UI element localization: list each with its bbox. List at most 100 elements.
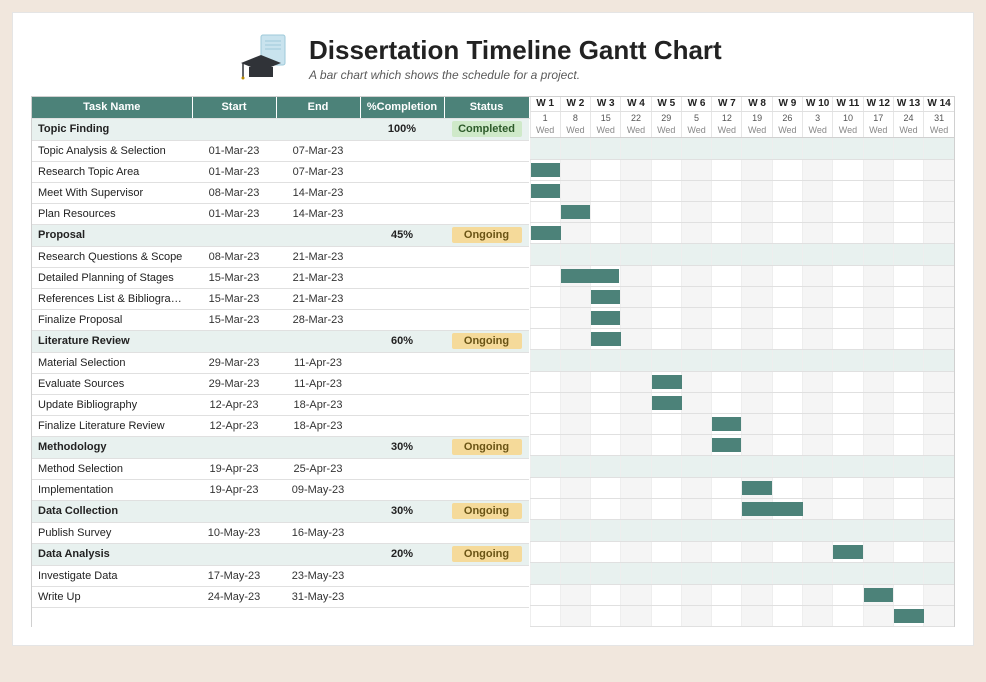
task-completion-cell	[360, 161, 444, 182]
task-end-cell: 18-Apr-23	[276, 394, 360, 415]
gantt-cell	[651, 434, 681, 455]
table-row	[530, 413, 954, 434]
gantt-cell	[803, 222, 833, 243]
task-status-cell	[444, 161, 529, 182]
task-end-cell	[276, 436, 360, 458]
gantt-cell	[560, 541, 590, 562]
gantt-cell	[651, 584, 681, 605]
task-name-cell: Topic Finding	[32, 118, 192, 140]
gantt-cell	[651, 201, 681, 222]
gantt-cell	[712, 413, 742, 434]
gantt-cell	[651, 328, 681, 349]
gantt-cell	[621, 584, 651, 605]
gantt-cell	[803, 349, 833, 371]
gantt-cell	[681, 201, 711, 222]
gantt-cell	[560, 477, 590, 498]
table-row	[530, 201, 954, 222]
gantt-cell	[681, 392, 711, 413]
gantt-cell	[924, 392, 954, 413]
gantt-cell	[560, 371, 590, 392]
gantt-cell	[772, 328, 802, 349]
week-dow: Wed	[681, 124, 711, 137]
task-completion-cell	[360, 352, 444, 373]
table-row: Topic Analysis & Selection01-Mar-2307-Ma…	[32, 140, 529, 161]
table-row: Finalize Literature Review12-Apr-2318-Ap…	[32, 415, 529, 436]
table-row	[530, 371, 954, 392]
dissertation-icon	[237, 31, 297, 86]
gantt-cell	[560, 519, 590, 541]
task-status-cell: Ongoing	[444, 543, 529, 565]
gantt-cell	[712, 159, 742, 180]
gantt-cell	[712, 584, 742, 605]
gantt-cell	[651, 222, 681, 243]
gantt-cell	[712, 498, 742, 519]
gantt-cell	[924, 328, 954, 349]
task-start-cell	[192, 436, 276, 458]
week-dow: Wed	[893, 124, 923, 137]
task-start-cell	[192, 330, 276, 352]
gantt-cell	[863, 562, 893, 584]
table-row: Method Selection19-Apr-2325-Apr-23	[32, 458, 529, 479]
week-day: 31	[924, 111, 954, 124]
week-header: W 5	[651, 97, 681, 111]
status-badge: Completed	[452, 121, 522, 137]
task-name-cell: Investigate Data	[32, 565, 192, 586]
gantt-cell	[893, 137, 923, 159]
gantt-cell	[712, 328, 742, 349]
gantt-cell	[621, 243, 651, 265]
table-row: References List & Bibliography15-Mar-232…	[32, 288, 529, 309]
gantt-cell	[681, 455, 711, 477]
task-completion-cell: 20%	[360, 543, 444, 565]
gantt-cell	[712, 243, 742, 265]
table-row	[530, 498, 954, 519]
table-row: Material Selection29-Mar-2311-Apr-23	[32, 352, 529, 373]
gantt-cell	[681, 477, 711, 498]
gantt-cell	[893, 392, 923, 413]
gantt-cell	[833, 434, 863, 455]
gantt-cell	[591, 349, 621, 371]
gantt-cell	[803, 371, 833, 392]
gantt-cell	[742, 265, 772, 286]
gantt-cell	[621, 159, 651, 180]
table-row	[530, 159, 954, 180]
gantt-cell	[681, 562, 711, 584]
gantt-cell	[924, 562, 954, 584]
gantt-cell	[893, 605, 923, 626]
task-completion-cell	[360, 415, 444, 436]
task-start-cell	[192, 500, 276, 522]
gantt-cell	[621, 477, 651, 498]
gantt-cell	[772, 243, 802, 265]
gantt-cell	[833, 498, 863, 519]
gantt-cell	[772, 562, 802, 584]
gantt-cell	[742, 605, 772, 626]
gantt-cell	[560, 201, 590, 222]
gantt-cell	[924, 434, 954, 455]
task-start-cell: 15-Mar-23	[192, 309, 276, 330]
gantt-cell	[924, 371, 954, 392]
task-completion-cell	[360, 182, 444, 203]
gantt-cell	[803, 562, 833, 584]
gantt-cell	[863, 605, 893, 626]
task-name-cell: Proposal	[32, 224, 192, 246]
table-row: Research Topic Area01-Mar-2307-Mar-23	[32, 161, 529, 182]
table-row	[530, 605, 954, 626]
gantt-cell	[742, 519, 772, 541]
gantt-cell	[833, 159, 863, 180]
gantt-document: Dissertation Timeline Gantt Chart A bar …	[12, 12, 974, 646]
gantt-cell	[621, 455, 651, 477]
gantt-cell	[833, 584, 863, 605]
gantt-cell	[621, 562, 651, 584]
gantt-cell	[591, 498, 621, 519]
gantt-cell	[803, 392, 833, 413]
gantt-cell	[772, 137, 802, 159]
gantt-cell	[591, 222, 621, 243]
week-dow: Wed	[651, 124, 681, 137]
gantt-cell	[681, 519, 711, 541]
gantt-cell	[621, 349, 651, 371]
gantt-bar	[864, 588, 893, 602]
gantt-cell	[591, 584, 621, 605]
gantt-cell	[772, 307, 802, 328]
gantt-cell	[651, 562, 681, 584]
gantt-cell	[803, 541, 833, 562]
gantt-bar	[531, 163, 560, 177]
